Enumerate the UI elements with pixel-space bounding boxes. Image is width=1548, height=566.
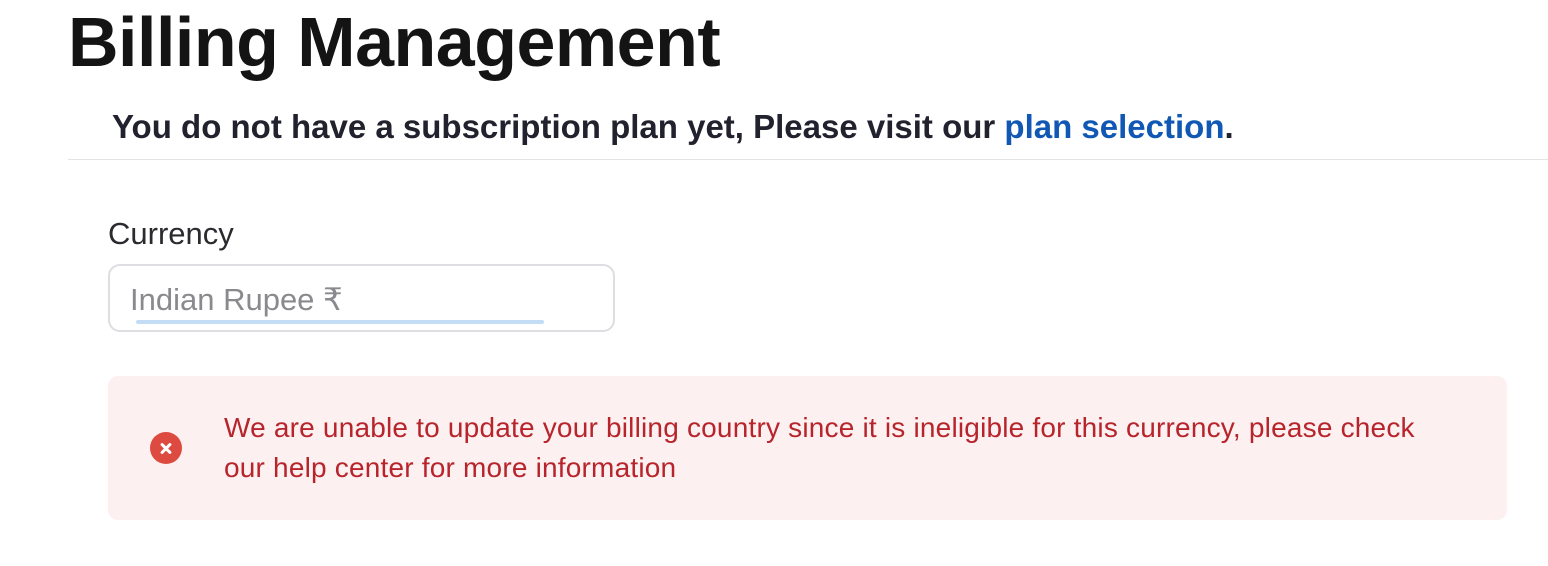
currency-label: Currency xyxy=(108,216,234,251)
error-alert-message: We are unable to update your billing cou… xyxy=(224,412,1415,483)
section-divider xyxy=(68,159,1548,160)
currency-select-focus-underline xyxy=(136,320,544,324)
page-title: Billing Management xyxy=(68,3,721,81)
error-x-circle-icon xyxy=(150,432,182,464)
subscription-notice-text: You do not have a subscription plan yet,… xyxy=(112,108,1005,145)
subscription-notice: You do not have a subscription plan yet,… xyxy=(112,106,1234,148)
subscription-notice-suffix: . xyxy=(1224,108,1234,145)
currency-select[interactable]: Indian Rupee ₹ xyxy=(108,264,615,332)
error-alert: We are unable to update your billing cou… xyxy=(108,376,1507,520)
currency-select-value: Indian Rupee ₹ xyxy=(130,282,343,317)
plan-selection-link[interactable]: plan selection xyxy=(1004,108,1224,145)
